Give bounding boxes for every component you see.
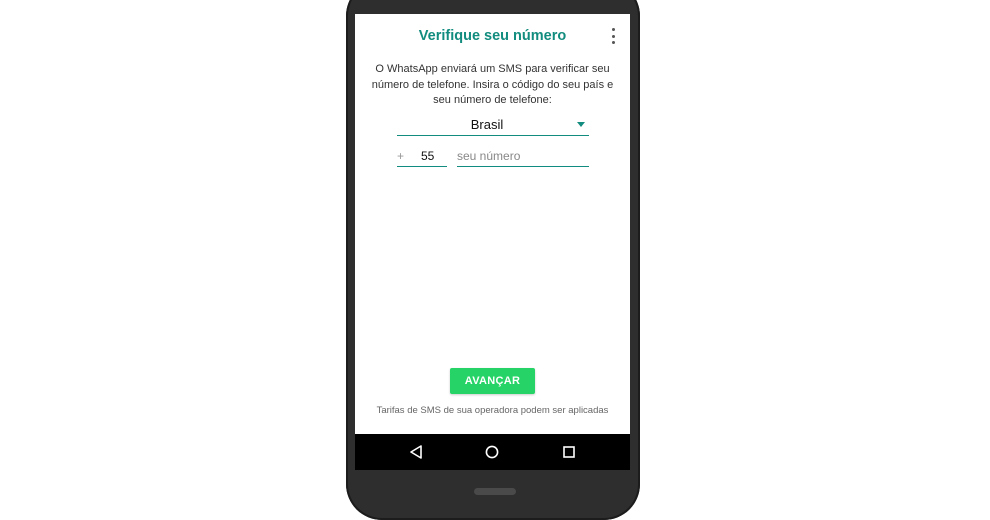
plus-sign: + bbox=[397, 149, 405, 163]
recent-apps-square-icon[interactable] bbox=[562, 445, 576, 459]
instructions-text: O WhatsApp enviará um SMS para verificar… bbox=[371, 63, 614, 106]
home-circle-icon[interactable] bbox=[485, 445, 499, 459]
phone-screen: Verifique seu número O WhatsApp enviará … bbox=[355, 14, 630, 470]
sms-charges-note: Tarifas de SMS de sua operadora podem se… bbox=[376, 405, 609, 416]
phone-speaker bbox=[474, 488, 516, 495]
country-select[interactable]: Brasil bbox=[397, 116, 589, 136]
next-button[interactable]: AVANÇAR bbox=[450, 368, 535, 394]
back-triangle-icon[interactable] bbox=[409, 445, 423, 459]
dropdown-triangle-icon bbox=[577, 122, 585, 127]
page-title: Verifique seu número bbox=[418, 28, 567, 44]
country-code-field[interactable]: + 55 bbox=[397, 147, 447, 167]
country-selected-label: Brasil bbox=[470, 117, 504, 132]
phone-number-field bbox=[457, 147, 589, 167]
phone-number-input[interactable] bbox=[457, 147, 585, 165]
more-vert-icon[interactable] bbox=[605, 28, 621, 44]
country-code-value: 55 bbox=[421, 149, 435, 163]
app-header: Verifique seu número bbox=[355, 14, 630, 58]
navigation-bar bbox=[355, 434, 630, 470]
